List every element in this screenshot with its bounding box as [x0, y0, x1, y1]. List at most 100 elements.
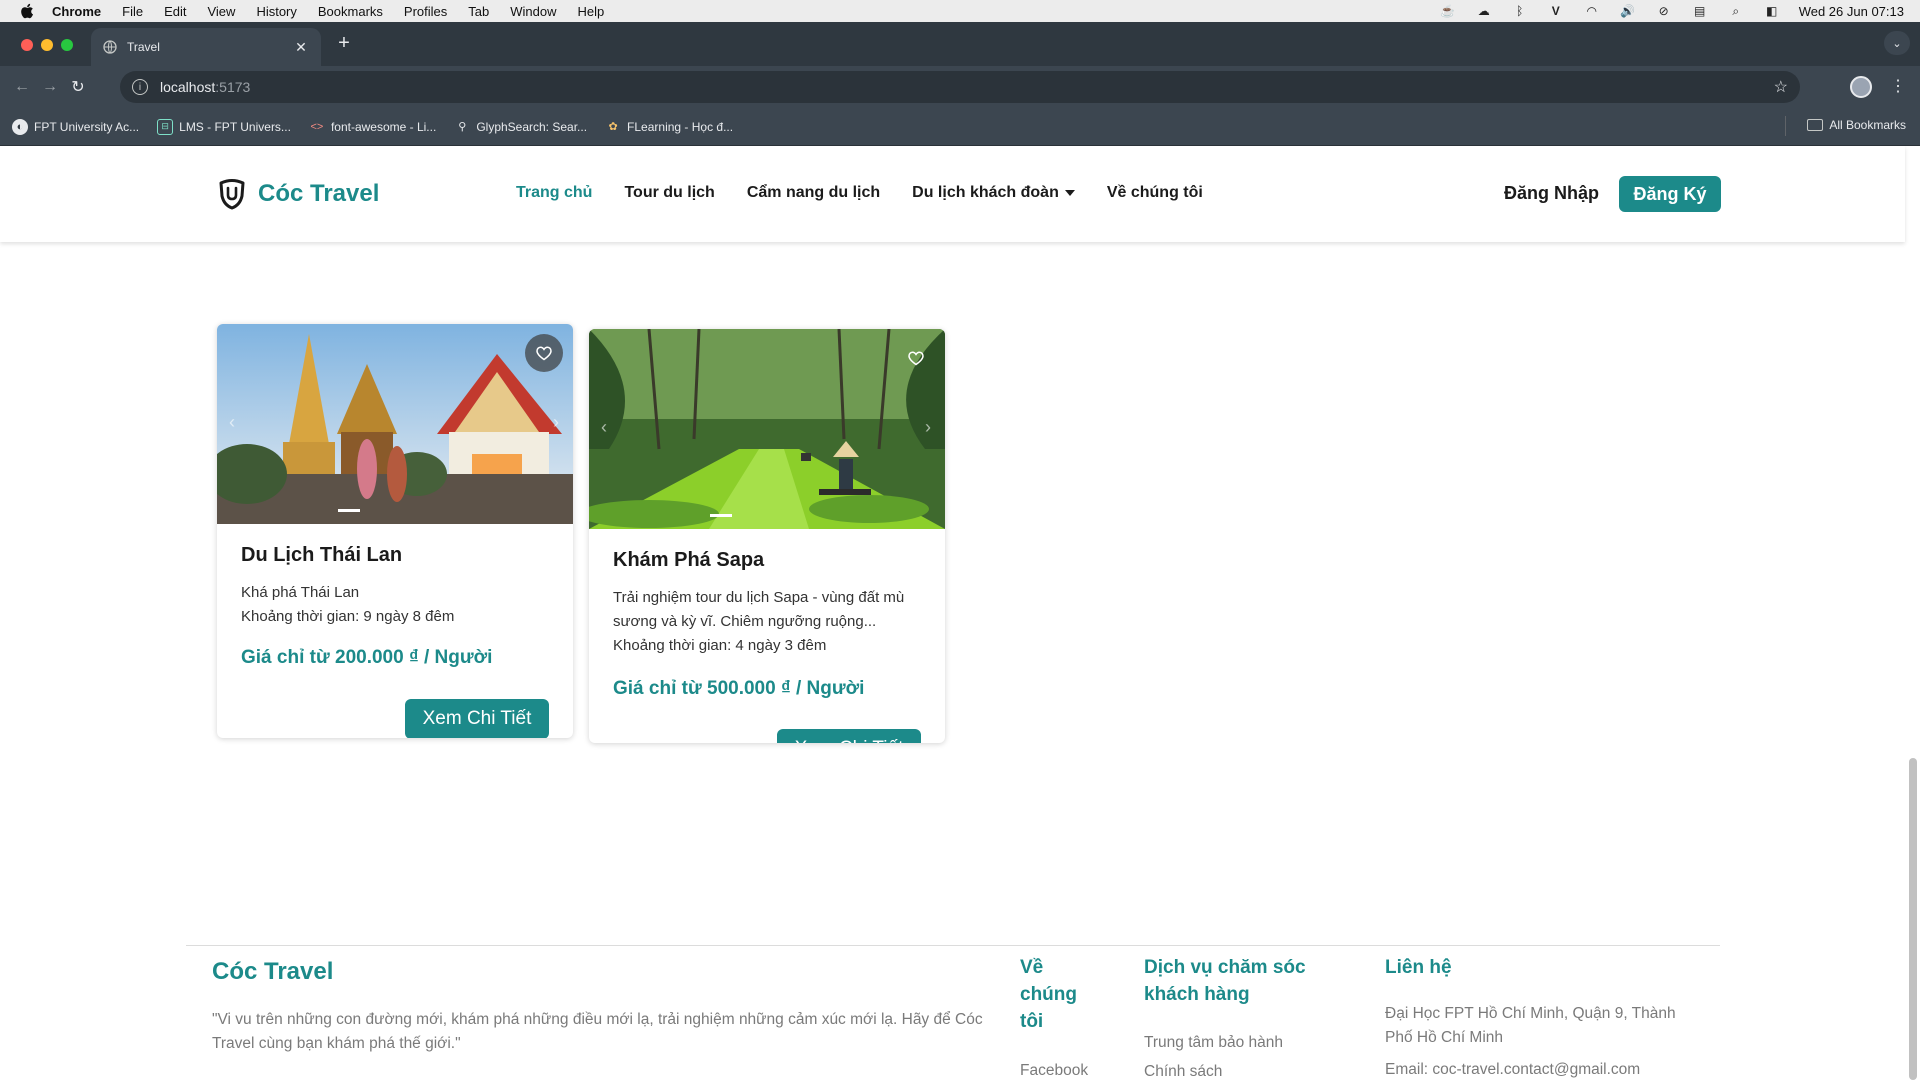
- address-bar[interactable]: i localhost:5173 ☆: [120, 71, 1800, 103]
- macos-menubar: Chrome File Edit View History Bookmarks …: [0, 0, 1920, 22]
- nav-guide[interactable]: Cẩm nang du lịch: [747, 184, 880, 202]
- bookmark-glyphsearch[interactable]: ⚲ GlyphSearch: Sear...: [454, 119, 587, 135]
- tour-image-thailand[interactable]: ‹ ›: [217, 324, 573, 524]
- register-button[interactable]: Đăng Ký: [1619, 176, 1721, 212]
- nav-group-tours[interactable]: Du lịch khách đoàn: [912, 184, 1075, 202]
- clock[interactable]: Wed 26 Jun 07:13: [1799, 4, 1904, 19]
- footer-quote: "Vi vu trên những con đường mới, khám ph…: [212, 1011, 983, 1052]
- close-window-button[interactable]: [21, 39, 33, 51]
- footer-divider: [186, 945, 1720, 946]
- nav-group-tours-label: Du lịch khách đoàn: [912, 184, 1059, 201]
- bookmark-flearning[interactable]: ✿ FLearning - Học đ...: [605, 119, 733, 135]
- new-tab-button[interactable]: +: [334, 32, 354, 54]
- bookmark-label: FPT University Ac...: [34, 119, 140, 134]
- bookmarks-divider: [1785, 116, 1786, 136]
- view-details-button[interactable]: Xem Chi Tiết: [405, 699, 549, 738]
- site-brand: Cóc Travel: [258, 180, 380, 207]
- footer-about-title: Về chúng tôi: [1020, 957, 1077, 1032]
- tab-title: Travel: [127, 40, 160, 54]
- carousel-next-icon[interactable]: ›: [553, 412, 559, 433]
- tour-duration: Khoảng thời gian: 9 ngày 8 đêm: [241, 608, 455, 625]
- shield-logo-icon: [219, 179, 245, 210]
- tour-card: ‹ › Khám Phá Sapa Trải nghiệm tour du lị…: [589, 329, 945, 743]
- url-port: :5173: [215, 79, 251, 95]
- more-menu-icon[interactable]: ⋮: [1890, 76, 1906, 96]
- bookmark-lms[interactable]: ⊟ LMS - FPT Univers...: [157, 118, 291, 135]
- tour-description: Trải nghiệm tour du lịch Sapa - vùng đất…: [613, 589, 905, 630]
- spotlight-search-icon[interactable]: ⌕: [1727, 4, 1745, 18]
- browser-toolbar: ← → ↻ i localhost:5173 ☆ ⋮: [0, 66, 1920, 108]
- bookmark-font-awesome[interactable]: <> font-awesome - Li...: [309, 119, 437, 135]
- url-host: localhost: [160, 79, 216, 95]
- volume-icon[interactable]: 🔊: [1619, 4, 1637, 18]
- nav-about[interactable]: Về chúng tôi: [1107, 184, 1203, 202]
- carousel-indicator[interactable]: [710, 514, 732, 517]
- footer-link-facebook[interactable]: Facebook: [1020, 1059, 1088, 1080]
- menu-tab[interactable]: Tab: [468, 4, 489, 19]
- bookmark-star-icon[interactable]: ☆: [1774, 77, 1788, 97]
- forward-arrow-icon[interactable]: →: [36, 73, 64, 101]
- caret-down-icon: [1064, 189, 1075, 196]
- tour-image-sapa[interactable]: ‹ ›: [589, 329, 945, 529]
- carousel-next-icon[interactable]: ›: [925, 417, 931, 438]
- keyboard-icon[interactable]: ▤: [1691, 4, 1709, 18]
- carousel-prev-icon[interactable]: ‹: [229, 412, 235, 433]
- main-nav: Trang chủ Tour du lịch Cẩm nang du lịch …: [516, 184, 1235, 202]
- login-link[interactable]: Đăng Nhập: [1504, 183, 1599, 204]
- bookmark-label: font-awesome - Li...: [330, 119, 437, 134]
- footer-link-warranty[interactable]: Trung tâm bảo hành: [1144, 1031, 1283, 1055]
- favorite-heart-icon[interactable]: [525, 334, 563, 372]
- control-center-icon[interactable]: ◧: [1763, 4, 1781, 18]
- menu-view[interactable]: View: [207, 4, 235, 19]
- menu-edit[interactable]: Edit: [164, 4, 186, 19]
- bluetooth-icon[interactable]: ᛒ: [1511, 4, 1529, 18]
- favorite-heart-icon[interactable]: [897, 339, 935, 377]
- bookmark-fpt-university[interactable]: ◐ FPT University Ac...: [12, 118, 140, 135]
- footer-contact-title: Liên hệ: [1385, 957, 1452, 978]
- reload-icon[interactable]: ↻: [64, 73, 92, 101]
- bookmark-label: FLearning - Học đ...: [627, 119, 734, 134]
- page-scrollbar[interactable]: [1909, 758, 1917, 1080]
- mute-icon[interactable]: ⊘: [1655, 4, 1673, 18]
- carousel-prev-icon[interactable]: ‹: [601, 417, 607, 438]
- nav-tours[interactable]: Tour du lịch: [624, 184, 714, 202]
- tour-duration: Khoảng thời gian: 4 ngày 3 đêm: [613, 637, 827, 654]
- tour-title: Du Lịch Thái Lan: [241, 544, 403, 566]
- lms-favicon-icon: ⊟: [157, 118, 174, 135]
- menu-bookmarks[interactable]: Bookmarks: [318, 4, 383, 19]
- all-bookmarks-button[interactable]: All Bookmarks: [1807, 118, 1906, 132]
- minimize-window-button[interactable]: [41, 39, 53, 51]
- tab-search-chevron-icon[interactable]: ⌄: [1884, 31, 1910, 55]
- flearning-favicon-icon: ✿: [608, 121, 618, 133]
- profile-avatar[interactable]: [1850, 76, 1872, 98]
- v-app-icon[interactable]: V: [1547, 4, 1565, 18]
- back-arrow-icon[interactable]: ←: [8, 73, 36, 101]
- nav-home[interactable]: Trang chủ: [516, 184, 592, 202]
- view-details-button[interactable]: Xem Chi Tiết: [777, 729, 921, 743]
- carousel-indicator[interactable]: [338, 509, 360, 512]
- tour-price: Giá chỉ từ 200.000 ₫ / Người: [241, 647, 493, 668]
- fullscreen-window-button[interactable]: [61, 39, 73, 51]
- menu-chrome[interactable]: Chrome: [52, 4, 101, 19]
- magnifier-icon: ⚲: [458, 121, 467, 133]
- footer-email[interactable]: Email: coc-travel.contact@gmail.com: [1385, 1058, 1705, 1080]
- bookmark-label: GlyphSearch: Sear...: [476, 119, 588, 134]
- code-icon: <>: [310, 120, 324, 133]
- teapot-icon[interactable]: ☕: [1439, 4, 1457, 18]
- menu-history[interactable]: History: [256, 4, 296, 19]
- tour-title: Khám Phá Sapa: [613, 549, 765, 571]
- apple-icon[interactable]: [16, 3, 38, 19]
- wifi-icon[interactable]: ◠: [1583, 4, 1601, 18]
- footer-link-policy[interactable]: Chính sách: [1144, 1060, 1222, 1080]
- site-logo[interactable]: Cóc Travel: [218, 178, 379, 210]
- status-area: ☕ ☁ ᛒ V ◠ 🔊 ⊘ ▤ ⌕ ◧ Wed 26 Jun 07:13: [1439, 0, 1904, 22]
- cloud-icon[interactable]: ☁: [1475, 4, 1493, 18]
- menu-help[interactable]: Help: [578, 4, 605, 19]
- browser-tab[interactable]: Travel ✕: [91, 28, 321, 66]
- menu-file[interactable]: File: [122, 4, 143, 19]
- close-tab-icon[interactable]: ✕: [293, 39, 309, 55]
- menu-window[interactable]: Window: [510, 4, 556, 19]
- site-info-icon[interactable]: i: [132, 79, 148, 95]
- menu-profiles[interactable]: Profiles: [404, 4, 447, 19]
- tour-card-body: Du Lịch Thái Lan Khá phá Thái Lan Khoảng…: [217, 524, 573, 669]
